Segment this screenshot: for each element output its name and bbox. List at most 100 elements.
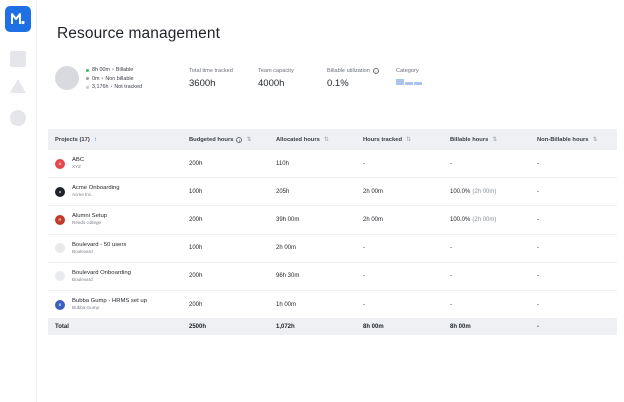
stat-label-text: Billable utilization: [327, 68, 370, 74]
cell-allocated: 39h 00m: [276, 216, 300, 223]
cell-tracked: -: [363, 245, 365, 252]
nav-circle-icon[interactable]: [10, 110, 26, 126]
table-row[interactable]: A ABC XYZ 200h 110h - - -: [48, 150, 617, 179]
category-mini-chart: [396, 79, 422, 85]
cell-project[interactable]: R Alumni Setup Reeds college: [48, 213, 189, 226]
project-logo-letter: R: [58, 217, 62, 223]
cell-tracked: 2h 00m: [363, 216, 384, 223]
project-logo-icon: A: [55, 158, 65, 169]
cell-budgeted: 200h: [189, 273, 203, 280]
table-row[interactable]: Boulevard Onboarding Boulevard 200h 96h 30m…: [48, 263, 617, 291]
cell-project[interactable]: A ABC XYZ: [48, 157, 189, 170]
cell-tracked: -: [363, 273, 365, 280]
billable-hours: (2h 00m): [472, 188, 497, 195]
cell-non-billable: -: [537, 216, 539, 223]
stat-label: Billable utilization i: [327, 68, 379, 74]
project-name[interactable]: Boulevard - 50 users: [72, 242, 126, 249]
col-budgeted[interactable]: Budgeted hours i ⇅: [189, 136, 276, 143]
legend-label: Non billable: [105, 75, 134, 82]
cell-project[interactable]: a Acme Onboarding Acme Inc.: [48, 185, 189, 198]
project-info: ABC XYZ: [72, 157, 84, 170]
table-row[interactable]: R Alumni Setup Reeds college 200h 39h 00m 2h …: [48, 206, 617, 235]
col-billable[interactable]: Billable hours ⇅: [450, 136, 537, 144]
project-client: Boulevard: [72, 248, 93, 254]
nav-square-icon[interactable]: [10, 51, 26, 67]
sort-icon[interactable]: ⇅: [492, 136, 497, 143]
project-logo-letter: A: [58, 161, 62, 167]
app-logo[interactable]: [5, 6, 31, 32]
project-client: Boulevard: [72, 276, 93, 282]
col-tracked-label: Hours tracked: [363, 136, 402, 143]
billable-percent: 100.0%: [450, 216, 471, 223]
sort-icon[interactable]: ⇅: [324, 136, 329, 143]
cell-allocated: 96h 30m: [276, 273, 300, 280]
cell-non-billable: -: [537, 160, 539, 167]
table-body: A ABC XYZ 200h 110h - - - a Acme Onboarding Acme I…: [48, 150, 617, 320]
cell-allocated: 1h 00m: [276, 301, 297, 308]
sort-icon[interactable]: ⇅: [593, 136, 598, 143]
cell-tracked: -: [363, 301, 365, 308]
cell-billable: 100.0% (2h 00m): [450, 189, 537, 195]
legend-dot-icon: [86, 68, 89, 72]
stat-category: Category: [396, 68, 422, 85]
cell-tracked: 2h 00m: [363, 188, 384, 195]
table-row[interactable]: B Bubba Gump - HRMS set up Bubba Gump 200h 1…: [48, 291, 617, 320]
cell-budgeted: 100h: [189, 245, 203, 252]
project-name[interactable]: Alumni Setup: [72, 213, 107, 220]
sort-icon[interactable]: ⇅: [246, 136, 251, 143]
cell-budgeted: 100h: [189, 188, 203, 195]
legend-dot-icon: [86, 85, 89, 89]
project-client: Reeds college: [72, 220, 102, 226]
footer-allocated: 1,072h: [276, 324, 295, 331]
footer-label: Total: [55, 324, 69, 331]
billable-hours: (2h 00m): [472, 216, 497, 223]
col-billable-label: Billable hours: [450, 136, 489, 143]
stat-value: 0.1%: [327, 78, 349, 89]
sort-icon[interactable]: ⇅: [406, 136, 411, 143]
cell-budgeted: 200h: [189, 160, 203, 167]
billable-percent: -: [450, 160, 452, 167]
project-logo-icon: a: [55, 186, 65, 197]
cell-non-billable: -: [537, 245, 539, 252]
legend-amount: 3,176h: [92, 84, 109, 90]
cell-project[interactable]: B Bubba Gump - HRMS set up Bubba Gump: [48, 298, 189, 311]
project-client: XYZ: [72, 164, 81, 170]
cell-project[interactable]: Boulevard Onboarding Boulevard: [48, 270, 189, 283]
stat-billable-utilization: Billable utilization i 0.1%: [327, 68, 379, 89]
col-non-billable[interactable]: Non-Billable hours ⇅: [537, 136, 617, 144]
cell-project[interactable]: Boulevard - 50 users Boulevard: [48, 242, 189, 255]
cell-billable: -: [450, 161, 537, 167]
col-allocated[interactable]: Allocated hours ⇅: [276, 136, 363, 144]
table-row[interactable]: Boulevard - 50 users Boulevard 100h 2h 00m -…: [48, 235, 617, 263]
cell-allocated: 2h 00m: [276, 245, 297, 252]
project-name[interactable]: ABC: [72, 157, 84, 164]
billable-percent: -: [450, 301, 452, 308]
col-allocated-label: Allocated hours: [276, 136, 320, 143]
legend-row: 3,176h • Not tracked: [86, 83, 142, 92]
project-name[interactable]: Bubba Gump - HRMS set up: [72, 298, 147, 305]
cell-allocated: 205h: [276, 188, 290, 195]
sort-ascending-icon[interactable]: ↑: [94, 136, 97, 143]
project-name[interactable]: Boulevard Onboarding: [72, 270, 131, 277]
cell-non-billable: -: [537, 273, 539, 280]
legend-label: Not tracked: [114, 84, 142, 90]
table-row[interactable]: a Acme Onboarding Acme Inc. 100h 205h 2h 00m 1…: [48, 178, 617, 207]
col-projects-label: Projects (17): [55, 136, 90, 143]
cell-budgeted: 200h: [189, 301, 203, 308]
project-logo-letter: a: [58, 189, 62, 195]
cell-non-billable: -: [537, 301, 539, 308]
project-name[interactable]: Acme Onboarding: [72, 185, 119, 192]
nav-triangle-icon[interactable]: [10, 79, 26, 93]
footer-billable: 8h 00m: [450, 324, 471, 331]
info-icon[interactable]: i: [236, 136, 243, 143]
logo-icon: [11, 13, 25, 25]
stat-total-time: Total time tracked 3600h: [189, 68, 233, 89]
col-tracked[interactable]: Hours tracked ⇅: [363, 136, 450, 144]
category-bar: [396, 79, 404, 85]
col-projects[interactable]: Projects (17) ↑: [48, 136, 189, 143]
project-logo-letter: B: [58, 302, 62, 308]
info-icon[interactable]: i: [372, 68, 379, 74]
table-header: Projects (17) ↑ Budgeted hours i ⇅ Alloc…: [48, 129, 617, 150]
cell-non-billable: -: [537, 188, 539, 195]
stat-team-capacity: Team capacity 4000h: [258, 68, 294, 89]
